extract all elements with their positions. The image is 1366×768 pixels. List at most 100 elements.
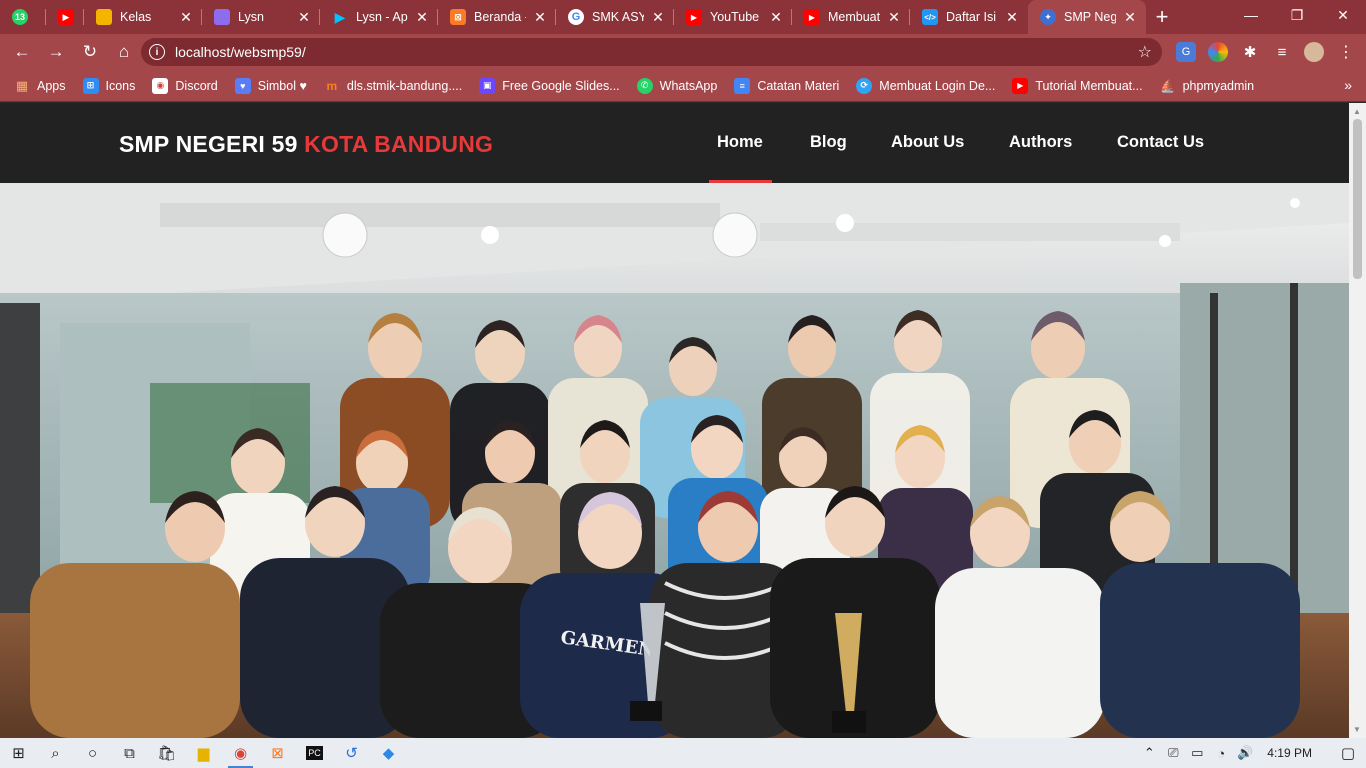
bookmark-label: Catatan Materi (757, 78, 840, 93)
tab-youtube-pinned[interactable]: ▶ (46, 0, 84, 34)
tab-title: SMP Neg (1064, 10, 1116, 24)
notification-center-icon[interactable]: ▢ (1330, 744, 1366, 762)
taskbar-store[interactable]: 🛍 (148, 738, 185, 768)
tab-smk[interactable]: G SMK ASY- ✕ (556, 0, 674, 34)
tab-membuat[interactable]: ▶ Membuat ✕ (792, 0, 910, 34)
scroll-up-arrow-icon[interactable]: ▲ (1353, 107, 1361, 116)
youtube-icon: ▶ (58, 9, 74, 25)
tab-beranda[interactable]: ⊠ Beranda - ✕ (438, 0, 556, 34)
taskbar-chrome[interactable]: ◉ (222, 738, 259, 768)
tab-youtube[interactable]: ▶ YouTube ✕ (674, 0, 792, 34)
brand-accent: KOTA BANDUNG (304, 131, 494, 157)
cortana-button[interactable]: ○ (74, 738, 111, 768)
youtube-icon: ▶ (1012, 77, 1029, 94)
bookmark-label: dls.stmik-bandung.... (346, 78, 463, 93)
tab-lysn[interactable]: Lysn ✕ (202, 0, 320, 34)
xampp-icon: ⊠ (271, 745, 284, 762)
close-tab-icon[interactable]: ✕ (414, 9, 430, 25)
docs-icon: ≡ (734, 77, 751, 94)
tray-overflow-chevron-icon[interactable]: ⌃ (1137, 745, 1161, 761)
close-tab-icon[interactable]: ✕ (1004, 9, 1020, 25)
site-brand[interactable]: SMP NEGERI 59 KOTA BANDUNG (119, 131, 493, 158)
menu-kebab-icon[interactable]: ⋮ (1336, 42, 1356, 62)
close-tab-icon[interactable]: ✕ (1122, 9, 1138, 25)
bookmark-tutorial-membuat[interactable]: ▶ Tutorial Membuat... (1012, 77, 1143, 94)
url-text[interactable]: localhost/websmp59/ (175, 44, 306, 60)
bookmark-label: Free Google Slides... (502, 78, 620, 93)
close-window-button[interactable]: ✕ (1320, 0, 1366, 30)
scroll-down-arrow-icon[interactable]: ▼ (1353, 725, 1361, 734)
close-tab-icon[interactable]: ✕ (296, 9, 312, 25)
bookmark-dls-stmik[interactable]: m dls.stmik-bandung.... (324, 78, 463, 94)
puzzle-extensions-icon[interactable]: ✱ (1240, 42, 1260, 62)
start-button[interactable]: ⊞ (0, 738, 37, 768)
bookmark-discord[interactable]: ◉ Discord (152, 77, 218, 94)
bookmark-apps[interactable]: ▦ Apps (14, 78, 66, 94)
new-tab-button[interactable]: + (1146, 0, 1178, 34)
arrow-right-icon: → (47, 42, 65, 61)
meet-now-icon[interactable]: ⎚ (1161, 745, 1185, 761)
profile-avatar[interactable] (1304, 42, 1324, 62)
close-tab-icon[interactable]: ✕ (178, 9, 194, 25)
search-button[interactable]: ⌕ (37, 738, 74, 768)
close-tab-icon[interactable]: ✕ (532, 9, 548, 25)
maximize-button[interactable]: ❐ (1274, 0, 1320, 30)
nav-home[interactable]: Home (717, 133, 763, 152)
bookmark-membuat-login[interactable]: ⟳ Membuat Login De... (856, 77, 995, 94)
nav-about-us[interactable]: About Us (891, 133, 964, 152)
minimize-button[interactable]: — (1228, 0, 1274, 30)
page-scrollbar[interactable]: ▲ ▼ (1349, 103, 1366, 738)
bookmark-catatan-materi[interactable]: ≡ Catatan Materi (734, 77, 840, 94)
nav-contact-us[interactable]: Contact Us (1117, 133, 1204, 152)
address-bar[interactable]: i localhost/websmp59/ ☆ (141, 38, 1162, 66)
taskbar-file-explorer[interactable]: ▆ (185, 738, 222, 768)
bookmark-free-google-slides[interactable]: ▣ Free Google Slides... (479, 77, 620, 94)
reload-button[interactable]: ↻ (74, 38, 106, 66)
close-tab-icon[interactable]: ✕ (768, 9, 784, 25)
close-tab-icon[interactable]: ✕ (886, 9, 902, 25)
wifi-icon[interactable]: ◔ (1209, 746, 1233, 761)
home-button[interactable]: ⌂ (108, 38, 140, 66)
tab-smp-negeri[interactable]: ✦ SMP Neg ✕ (1028, 0, 1146, 34)
bookmark-phpmyadmin[interactable]: ⛵ phpmyadmin (1160, 78, 1254, 94)
volume-icon[interactable]: 🔊 (1233, 745, 1257, 761)
taskbar-clock[interactable]: 4:19 PM (1267, 746, 1312, 760)
windows-logo-icon: ⊞ (12, 745, 25, 762)
bookmark-icons[interactable]: ⊞ Icons (82, 77, 135, 94)
taskbar-vscode[interactable]: ◆ (370, 738, 407, 768)
bookmark-whatsapp[interactable]: ✆ WhatsApp (636, 77, 718, 94)
google-play-icon: ▶ (334, 8, 346, 25)
nav-blog[interactable]: Blog (810, 133, 847, 152)
close-tab-icon[interactable]: ✕ (650, 9, 666, 25)
nav-authors[interactable]: Authors (1009, 133, 1072, 152)
battery-icon[interactable]: ▭ (1185, 745, 1209, 761)
tab-kelas[interactable]: Kelas ✕ (84, 0, 202, 34)
chrome-icon: ◉ (233, 745, 248, 762)
tab-title: YouTube (710, 10, 760, 24)
taskbar-pycharm[interactable]: PC (296, 738, 333, 768)
site-info-icon[interactable]: i (149, 44, 165, 60)
scrollbar-thumb[interactable] (1353, 119, 1362, 279)
bookmark-star-icon[interactable]: ☆ (1138, 42, 1152, 62)
translate-extension-icon[interactable]: G (1176, 42, 1196, 62)
youtube-icon: ▶ (686, 9, 702, 25)
back-button[interactable]: ← (6, 38, 38, 66)
bookmark-label: Simbol ♥ (257, 78, 307, 93)
tab-daftar-isi[interactable]: </> Daftar Isi ✕ (910, 0, 1028, 34)
bookmark-label: Apps (37, 78, 66, 93)
media-queue-icon[interactable]: ≡ (1272, 42, 1292, 62)
forward-button[interactable]: → (40, 38, 72, 66)
bookmarks-overflow-icon[interactable]: » (1344, 77, 1352, 93)
browser-toolbar: ← → ↻ ⌂ i localhost/websmp59/ ☆ G ✱ ≡ ⋮ (0, 34, 1366, 70)
task-view-button[interactable]: ⧉ (111, 738, 148, 768)
tab-lysn-app[interactable]: ▶ Lysn - Apl ✕ (320, 0, 438, 34)
pycharm-icon: PC (306, 746, 323, 760)
bookmark-label: WhatsApp (659, 78, 718, 93)
lysn-icon (214, 9, 230, 25)
bookmark-simbol[interactable]: ♥ Simbol ♥ (234, 77, 307, 94)
taskbar-app-arrow[interactable]: ↺ (333, 738, 370, 768)
home-icon: ⌂ (118, 42, 130, 61)
taskbar-xampp[interactable]: ⊠ (259, 738, 296, 768)
color-picker-extension-icon[interactable] (1208, 42, 1228, 62)
tab-whatsapp[interactable]: 13 (0, 0, 46, 34)
